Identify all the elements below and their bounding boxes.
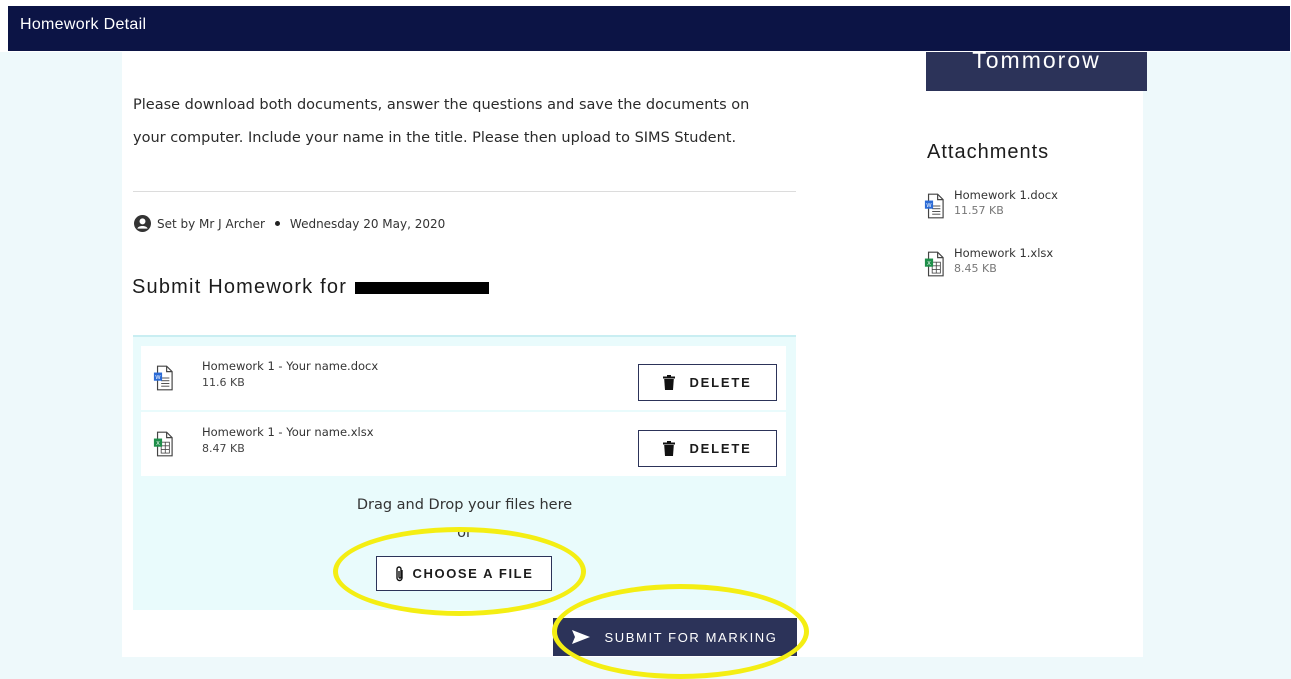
upload-drop-zone[interactable]: W Homework 1 - Your name.docx 11.6 KB DE… <box>133 335 796 610</box>
uploaded-file-size: 11.6 KB <box>202 376 245 389</box>
choose-file-label: CHOOSE A FILE <box>412 566 534 581</box>
word-document-icon: W <box>153 365 173 391</box>
submit-for-marking-button[interactable]: SUBMIT FOR MARKING <box>553 618 797 656</box>
attachment-name[interactable]: Homework 1.docx <box>954 188 1058 202</box>
background-pattern-right <box>1143 52 1291 679</box>
due-badge: Tommorow <box>926 52 1147 91</box>
delete-label: DELETE <box>689 441 752 456</box>
submit-heading-text: Submit Homework for <box>132 276 348 298</box>
svg-text:W: W <box>155 375 161 381</box>
user-icon <box>134 215 151 232</box>
attachment-size: 8.45 KB <box>954 262 997 275</box>
attachment-size: 11.57 KB <box>954 204 1004 217</box>
word-document-icon: W <box>924 193 944 219</box>
uploaded-file-size: 8.47 KB <box>202 442 245 455</box>
paperclip-icon <box>395 565 403 581</box>
svg-text:W: W <box>926 203 932 209</box>
delete-label: DELETE <box>689 375 752 390</box>
submit-heading: Submit Homework for <box>132 276 490 299</box>
svg-text:X: X <box>927 261 931 267</box>
delete-button[interactable]: DELETE <box>638 430 777 467</box>
uploaded-file-row: W Homework 1 - Your name.docx 11.6 KB DE… <box>141 346 786 410</box>
excel-document-icon: X <box>924 251 944 277</box>
uploaded-file-row: X Homework 1 - Your name.xlsx 8.47 KB DE… <box>141 412 786 476</box>
attachment-item[interactable]: W Homework 1.docx 11.57 KB <box>924 188 1058 224</box>
attachment-item[interactable]: X Homework 1.xlsx 8.45 KB <box>924 246 1053 282</box>
or-text: or <box>457 525 472 541</box>
attachments-title: Attachments <box>927 141 1050 163</box>
divider <box>133 191 796 192</box>
drag-drop-text: Drag and Drop your files here <box>356 497 573 513</box>
set-by-line: Set by Mr J Archer Wednesday 20 May, 202… <box>134 215 445 232</box>
excel-document-icon: X <box>153 431 173 457</box>
send-icon <box>572 630 591 644</box>
trash-icon <box>663 375 676 390</box>
homework-description: Please download both documents, answer t… <box>133 97 750 146</box>
svg-text:X: X <box>156 441 160 447</box>
redacted-name <box>355 281 490 294</box>
choose-file-button[interactable]: CHOOSE A FILE <box>376 556 552 591</box>
uploaded-file-name: Homework 1 - Your name.xlsx <box>202 425 374 439</box>
separator-dot <box>274 221 280 226</box>
set-date: Wednesday 20 May, 2020 <box>289 216 446 231</box>
background-pattern-left <box>0 52 122 679</box>
trash-icon <box>663 441 676 456</box>
window-title: Homework Detail <box>8 6 1290 51</box>
set-by-text: Set by Mr J Archer <box>157 216 265 231</box>
uploaded-file-name: Homework 1 - Your name.docx <box>202 359 379 373</box>
submit-label: SUBMIT FOR MARKING <box>604 629 778 645</box>
due-label: Tommorow <box>972 52 1101 73</box>
attachment-name[interactable]: Homework 1.xlsx <box>954 246 1053 260</box>
background-pattern-bottom <box>0 657 1291 679</box>
delete-button[interactable]: DELETE <box>638 364 777 401</box>
